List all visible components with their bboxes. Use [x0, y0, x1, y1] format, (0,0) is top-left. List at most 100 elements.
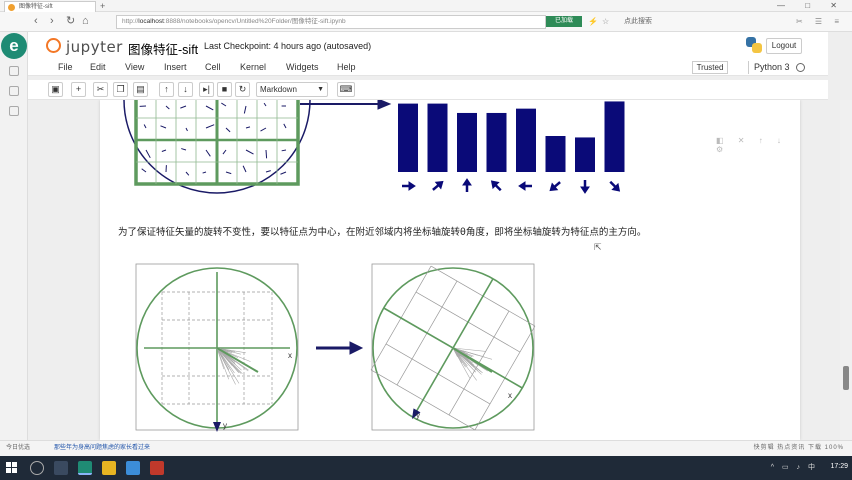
axis-rotation-figure: x y x y	[135, 263, 536, 432]
cell-toolbar-icons[interactable]: ◧ ✕ ↑ ↓ ⚙	[716, 136, 800, 154]
menu-edit[interactable]: Edit	[90, 62, 106, 72]
mouse-cursor-icon: ⇱	[594, 242, 602, 252]
gradient-arrow	[222, 149, 227, 155]
browser-menu-icons[interactable]: ✂ ☰ ≡	[796, 16, 844, 27]
addressbar-icons[interactable]: ⚡☆	[588, 16, 613, 27]
gradient-arrow	[145, 149, 151, 159]
windows-start-icon[interactable]	[6, 462, 18, 474]
jupyter-logo-icon	[46, 38, 61, 53]
kernel-name[interactable]: Python 3	[754, 62, 790, 72]
favorites-icon[interactable]	[9, 66, 19, 76]
menu-insert[interactable]: Insert	[164, 62, 187, 72]
menubar-divider	[748, 61, 749, 74]
gradient-arrow	[221, 102, 227, 107]
move-down-icon[interactable]: ↓	[178, 82, 193, 97]
notebook-name[interactable]: 图像特征-sift	[128, 39, 198, 58]
gradient-arrow	[245, 126, 251, 129]
gradient-arrow	[181, 148, 187, 151]
keyboard-icon[interactable]: ⌨	[337, 82, 355, 97]
orientation-histogram-figure	[123, 100, 625, 194]
home-icon[interactable]: ⌂	[82, 15, 89, 28]
direction-arrow	[518, 181, 532, 191]
system-tray-icons[interactable]: ^ ▭ ♪ 中	[771, 462, 818, 472]
gradient-arrow	[205, 105, 214, 111]
gradient-arrow	[281, 149, 287, 152]
gradient-arrow	[265, 170, 271, 173]
logout-button[interactable]: Logout	[766, 38, 802, 54]
stop-icon[interactable]: ■	[217, 82, 232, 97]
menu-widgets[interactable]: Widgets	[286, 62, 319, 72]
menu-help[interactable]: Help	[337, 62, 356, 72]
histogram-bars	[398, 101, 625, 172]
back-arrow-icon[interactable]: ‹	[34, 15, 38, 28]
histogram-bar	[427, 103, 448, 172]
new-tab-button[interactable]: +	[100, 1, 105, 11]
url-host: localhost	[138, 18, 164, 25]
url-path: :8888/notebooks/opencv/Untitled%20Folder…	[163, 18, 346, 25]
scrollbar-thumb[interactable]	[843, 366, 849, 390]
jupyter-logo-text: jupyter	[66, 38, 123, 56]
history-icon[interactable]	[9, 86, 19, 96]
left-axis-y-label: y	[223, 421, 227, 430]
histogram-bar	[457, 112, 477, 172]
rotated-axes-panel: x y	[370, 263, 536, 431]
windows-taskbar: ^ ▭ ♪ 中 17:29	[0, 456, 852, 480]
paste-icon[interactable]: ▤	[133, 82, 148, 97]
menu-cell[interactable]: Cell	[205, 62, 221, 72]
gradient-arrow	[205, 124, 215, 129]
browser-statusbar: 今日优选 那些年为身高问题焦虑的家长看过来 快剪辑 热点资讯 下载 100%	[0, 440, 852, 456]
folder-taskbar-icon[interactable]	[102, 461, 116, 475]
cut-icon[interactable]: ✂	[93, 82, 108, 97]
histogram-bar	[486, 112, 507, 172]
app-taskbar-icon[interactable]	[126, 461, 140, 475]
run-icon[interactable]: ▸|	[199, 82, 214, 97]
gradient-arrow	[245, 149, 254, 155]
original-axes-panel: x y	[135, 263, 299, 432]
browser-tab[interactable]: 图像特征-sift	[4, 1, 96, 12]
gradient-grid	[134, 100, 300, 186]
recorder-taskbar-icon[interactable]	[150, 461, 164, 475]
gradient-arrow	[165, 105, 170, 110]
histogram-direction-arrows	[402, 178, 621, 194]
downloads-icon[interactable]	[9, 106, 19, 116]
menu-view[interactable]: View	[125, 62, 144, 72]
status-right-text[interactable]: 快剪辑 热点资讯 下载 100%	[754, 441, 844, 456]
direction-arrow	[549, 181, 561, 192]
gradient-arrow	[243, 105, 247, 114]
insert-cell-icon[interactable]: +	[71, 82, 86, 97]
browser-logo-icon[interactable]: e	[1, 33, 27, 59]
addressbar-badge[interactable]: 已加载	[546, 16, 582, 27]
gradient-arrow	[143, 124, 147, 129]
gradient-arrow	[265, 149, 268, 159]
forward-arrow-icon[interactable]: ›	[50, 15, 54, 28]
browser-taskbar-icon[interactable]	[78, 461, 92, 475]
histogram-bar	[516, 108, 536, 172]
gradient-arrow	[260, 127, 267, 132]
trusted-badge[interactable]: Trusted	[692, 61, 728, 74]
save-icon[interactable]: ▣	[48, 82, 63, 97]
jupyter-logo[interactable]: jupyter	[46, 34, 126, 58]
menu-kernel[interactable]: Kernel	[240, 62, 266, 72]
jupyter-header: jupyter 图像特征-sift Last Checkpoint: 4 hou…	[28, 32, 828, 60]
menu-file[interactable]: File	[58, 62, 73, 72]
status-news-link[interactable]: 那些年为身高问题焦虑的家长看过来	[54, 441, 150, 456]
notebook-toolbar: ▣ + ✂ ❐ ▤ ↑ ↓ ▸| ■ ↻ Markdown ▼ ⌨	[28, 80, 828, 100]
page-scrollbar[interactable]	[840, 100, 852, 440]
menubar: File Edit View Insert Cell Kernel Widget…	[28, 60, 828, 76]
cell-type-select[interactable]: Markdown ▼	[256, 82, 328, 97]
window-controls[interactable]: — □ ✕	[777, 0, 846, 11]
url-input[interactable]: http://localhost:8888/notebooks/opencv/U…	[116, 15, 546, 29]
kernel-status-icon	[796, 63, 805, 72]
search-input[interactable]: 点此搜索	[620, 16, 770, 28]
histogram-bar	[398, 103, 418, 172]
status-left-text[interactable]: 今日优选	[6, 441, 30, 456]
search-icon[interactable]	[30, 461, 44, 475]
browser-sidebar: e	[0, 32, 28, 456]
move-up-icon[interactable]: ↑	[159, 82, 174, 97]
refresh-icon[interactable]: ↻	[66, 15, 75, 28]
restart-icon[interactable]: ↻	[235, 82, 250, 97]
gradient-arrow	[180, 105, 187, 109]
copy-icon[interactable]: ❐	[113, 82, 128, 97]
task-view-icon[interactable]	[54, 461, 68, 475]
cell-type-value: Markdown	[260, 85, 297, 94]
